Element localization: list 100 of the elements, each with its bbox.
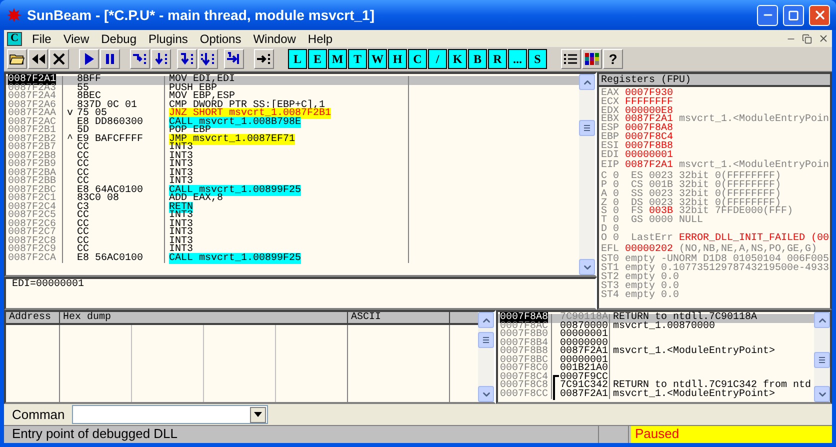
fpu-tag: empty	[625, 292, 656, 300]
menu-item[interactable]: File	[26, 30, 58, 48]
segment-value[interactable]: 001B	[649, 182, 674, 191]
menu-item[interactable]: Plugins	[142, 30, 194, 48]
scroll-down-button[interactable]	[814, 386, 830, 402]
scroll-up-button[interactable]	[579, 74, 595, 90]
scrollbar-thumb[interactable]	[579, 120, 595, 136]
close-button[interactable]	[809, 4, 830, 26]
toolbar-button[interactable]	[582, 49, 602, 69]
register-value[interactable]: 0087F2A1	[625, 162, 674, 172]
window-title: SunBeam - [*C.P.U* - main thread, module msvcrt_1]	[27, 6, 376, 25]
flag-text[interactable]: C 0	[601, 173, 631, 182]
disassembly-row[interactable]: 0087F2CA E8 56AC0100 CALL msvcrt_1.00899F25	[6, 254, 579, 263]
view-window-button[interactable]: K	[448, 49, 467, 69]
register-name: ESP	[601, 125, 620, 134]
dropdown-button[interactable]	[250, 406, 266, 422]
flag-text[interactable]: P 0	[601, 182, 631, 191]
scrollbar[interactable]	[814, 312, 830, 402]
toolbar-button[interactable]	[7, 49, 27, 69]
close-icon[interactable]	[818, 33, 829, 44]
stack-row[interactable]: 0007F8A8 7C90118A RETURN to ntdll.7C90118A	[498, 314, 814, 322]
toolbar-button[interactable]	[49, 49, 69, 69]
segment-value[interactable]: 0023	[649, 190, 674, 200]
view-window-button[interactable]: T	[348, 49, 367, 69]
scroll-down-button[interactable]	[478, 386, 494, 402]
view-window-button[interactable]: S	[528, 49, 547, 69]
view-window-button[interactable]: H	[388, 49, 407, 69]
address-text: 0087F2B7	[8, 142, 56, 153]
scrollbar[interactable]	[579, 74, 595, 275]
scrollbar-thumb[interactable]	[814, 352, 830, 368]
toolbar-button[interactable]	[224, 49, 244, 69]
view-window-button[interactable]: E	[308, 49, 327, 69]
segment-value[interactable]: 0000	[649, 217, 674, 226]
menu-item[interactable]: Help	[302, 30, 339, 48]
jump-mark: v	[66, 108, 73, 119]
toolbar-button[interactable]	[79, 49, 99, 69]
register-value[interactable]: 0.0	[661, 282, 680, 292]
command-field[interactable]	[72, 405, 268, 424]
scroll-up-button[interactable]	[478, 312, 494, 328]
help-button[interactable]: ?	[603, 49, 623, 69]
register-comment: msvcrt_1.<ModuleEntryPoin	[679, 162, 830, 172]
toolbar-button[interactable]	[130, 49, 150, 69]
disassembly-row[interactable]: 0087F2A1 8BFF MOV EDI,EDI	[6, 76, 579, 84]
scrollbar-thumb[interactable]	[478, 332, 494, 348]
column-header[interactable]: Hex dump	[60, 312, 348, 323]
grip-icon	[818, 356, 826, 364]
scrollbar[interactable]	[478, 312, 494, 402]
stack-row[interactable]: 0007F8CC 0087F2A1 msvcrt_1.<ModuleEntryPoint>	[498, 390, 814, 399]
address-text: 0087F2CA	[8, 252, 56, 264]
restore-icon[interactable]	[802, 34, 812, 44]
register-value[interactable]: 0.0	[661, 274, 680, 283]
toolbar-button[interactable]	[100, 49, 120, 69]
instruction-text: MOV EDI,EDI	[169, 74, 236, 85]
segment-value[interactable]: ERROR_DLL_INIT_FAILED (00	[679, 234, 830, 244]
view-window-button[interactable]: B	[468, 49, 487, 69]
address-text: 0087F2B9	[8, 159, 56, 170]
stack-value: 7C90118A	[560, 314, 608, 322]
arrow-dots-icon	[200, 52, 216, 66]
view-window-button[interactable]: R	[488, 49, 507, 69]
view-window-button[interactable]: M	[328, 49, 347, 69]
menu-item[interactable]: View	[57, 30, 96, 48]
scroll-down-button[interactable]	[579, 259, 595, 275]
column-header[interactable]: Address	[6, 312, 60, 323]
register-value[interactable]: 00000202	[625, 246, 674, 254]
toolbar-button[interactable]	[177, 49, 197, 69]
maximize-button[interactable]	[783, 4, 804, 26]
column-header[interactable]: ASCII	[348, 312, 450, 323]
toolbar-button[interactable]	[28, 49, 48, 69]
register-name: EBP	[601, 134, 620, 143]
address-text: 0087F2B1	[8, 125, 56, 136]
grip-icon	[482, 336, 490, 344]
flag-text[interactable]: O 0	[601, 234, 631, 244]
toolbar-button[interactable]	[151, 49, 171, 69]
register-name: ST1	[601, 265, 620, 274]
address-text: 0087F2C5	[8, 210, 56, 221]
flag-text[interactable]: D 0	[601, 226, 631, 235]
segment-name: GS	[631, 217, 644, 226]
menu-item[interactable]: Debug	[95, 30, 143, 48]
scroll-up-button[interactable]	[814, 312, 830, 328]
view-window-button[interactable]: ...	[508, 49, 527, 69]
view-window-button[interactable]: W	[368, 49, 387, 69]
segment-name: SS	[631, 190, 644, 200]
register-value[interactable]: 0.0	[661, 292, 680, 300]
menu-item[interactable]: Options	[194, 30, 248, 48]
address-text: 0007F8C8	[500, 380, 548, 391]
register-value[interactable]: 00000001	[625, 152, 674, 160]
register-name: EAX	[601, 90, 620, 99]
flag-text[interactable]: A 0	[601, 190, 631, 200]
segment-value[interactable]: 0023	[649, 173, 674, 182]
flag-text[interactable]: T 0	[601, 217, 631, 226]
view-window-button[interactable]: /	[428, 49, 447, 69]
menu-item[interactable]: Window	[247, 30, 302, 48]
view-window-button[interactable]: C	[408, 49, 427, 69]
segment-name: LastErr	[631, 234, 674, 244]
register-value[interactable]: 0.10773512978743219500e-4933	[661, 265, 830, 274]
view-window-button[interactable]: L	[288, 49, 307, 69]
toolbar-button[interactable]	[254, 49, 274, 69]
toolbar-button[interactable]	[198, 49, 218, 69]
minimize-button[interactable]	[757, 4, 778, 26]
toolbar-button[interactable]	[561, 49, 581, 69]
